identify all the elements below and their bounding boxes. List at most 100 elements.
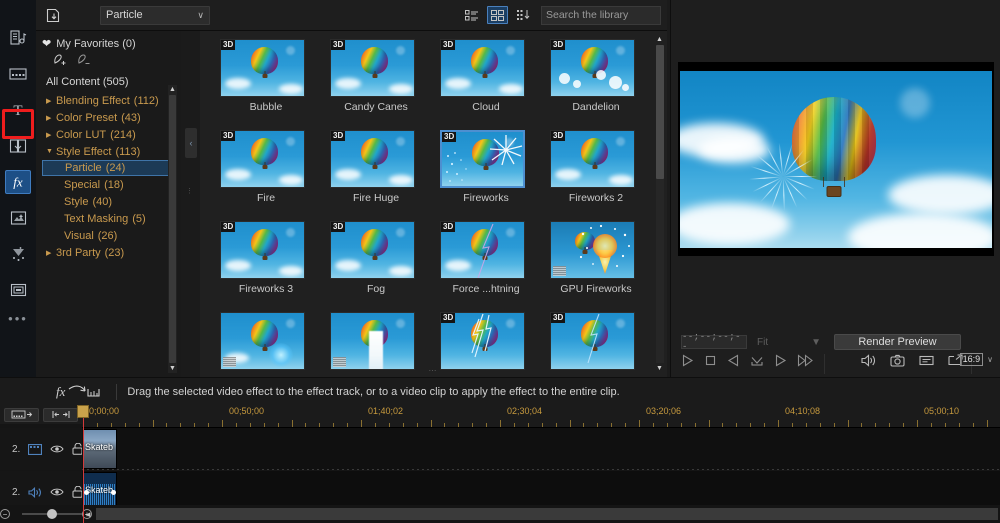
snapshot-icon[interactable] [890,354,905,370]
timeline-ruler[interactable]: 00;00;00 00;50;00 01;40;02 02;30;04 03;2… [82,405,1000,428]
tree-node-3rd-party[interactable]: ▶ 3rd Party (23) [42,244,181,261]
transition-icon[interactable] [5,134,31,158]
volume-icon[interactable] [861,354,876,370]
video-icon[interactable] [5,62,31,86]
tree-node-text-masking[interactable]: Text Masking (5) [42,210,181,227]
add-favorite-icon[interactable] [53,54,68,70]
effect-thumbnail[interactable]: 3D [440,130,525,188]
effect-thumbnail[interactable]: 3D [440,39,525,97]
thumbnail-view-button[interactable] [487,6,508,24]
effect-item[interactable]: 3D Force ...htning [431,217,541,308]
effect-thumbnail[interactable] [220,312,305,370]
effect-item[interactable]: 3D Fire Huge [321,126,431,217]
effect-thumbnail[interactable] [330,312,415,370]
aspect-ratio-select[interactable]: 16:9 ∨ [960,353,993,366]
effect-item[interactable]: 3D [541,308,651,377]
all-content-item[interactable]: All Content (505) [42,73,181,92]
render-preview-button[interactable]: Render Preview [834,334,961,350]
effect-item[interactable]: 3D Fireworks 3 [211,217,321,308]
effect-item[interactable] [211,308,321,377]
effect-thumbnail[interactable]: 3D [330,39,415,97]
stop-button[interactable] [704,354,717,370]
scroll-left-arrow-icon[interactable]: ◄ [84,510,92,519]
effect-thumbnail[interactable]: 3D [550,39,635,97]
effect-item[interactable]: 3D Fog [321,217,431,308]
scroll-up-arrow-icon[interactable]: ▲ [656,35,663,44]
effect-thumbnail[interactable]: 3D [440,221,525,279]
audio-track-icon[interactable] [28,487,42,498]
effect-thumbnail[interactable] [550,221,635,279]
track-header-video[interactable]: 2. [0,428,82,470]
tree-node-style-effect[interactable]: ▼ Style Effect (113) [42,143,181,160]
effect-thumbnail[interactable]: 3D [550,312,635,370]
clip-handle-left[interactable] [84,490,89,495]
grid-resize-handle[interactable]: ⋯ [429,366,439,375]
clip-handle-right[interactable] [111,490,116,495]
search-box[interactable] [541,6,661,25]
my-favorites-row[interactable]: ❤ My Favorites (0) [42,37,181,50]
particle-icon[interactable] [5,242,31,266]
effect-thumbnail[interactable]: 3D [220,130,305,188]
tree-node-blending-effect[interactable]: ▶ Blending Effect (112) [42,92,181,109]
video-track-icon[interactable] [28,444,42,455]
play-button[interactable] [681,354,694,370]
effect-item[interactable]: 3D Fire [211,126,321,217]
previous-frame-button[interactable] [727,354,740,370]
effect-thumbnail[interactable]: 3D [220,221,305,279]
effect-item-selected[interactable]: 3D Fireworks [431,126,541,217]
preview-stage[interactable] [678,62,994,256]
scrollbar-thumb[interactable] [656,45,664,179]
tree-node-style[interactable]: Style (40) [42,193,181,210]
collapse-panel-button[interactable]: ‹ [185,128,197,158]
scroll-down-arrow-icon[interactable]: ▼ [169,364,176,373]
effect-item[interactable] [321,308,431,377]
playhead[interactable] [83,405,84,523]
scroll-up-arrow-icon[interactable]: ▲ [169,85,176,94]
effect-item[interactable]: 3D Fireworks 2 [541,126,651,217]
visibility-icon[interactable] [50,487,64,497]
effect-thumbnail[interactable]: 3D [330,130,415,188]
effect-item[interactable]: 3D Dandelion [541,35,651,126]
grid-scrollbar[interactable]: ▲ ▼ [655,35,664,373]
effect-thumbnail[interactable]: 3D [220,39,305,97]
sort-button[interactable] [513,6,533,24]
tree-node-color-lut[interactable]: ▶ Color LUT (214) [42,126,181,143]
video-clip[interactable]: Skateb [83,429,117,469]
insert-track-button[interactable] [4,408,39,422]
scrollbar-thumb[interactable] [169,95,176,363]
media-room-icon[interactable] [5,26,31,50]
tree-scrollbar[interactable]: ▲ ▼ [168,85,177,373]
remove-favorite-icon[interactable] [77,54,92,70]
playhead-grip[interactable] [77,405,89,418]
library-category-select[interactable]: Particle ∨ [100,6,210,25]
effect-item[interactable]: 3D [431,308,541,377]
import-media-icon[interactable] [42,5,66,25]
subtitle-icon[interactable] [5,278,31,302]
display-options-icon[interactable] [919,354,934,370]
scrollbar-track[interactable] [656,45,664,363]
zoom-slider-knob[interactable] [47,509,57,519]
overlay-icon[interactable] [5,206,31,230]
timeline-horizontal-scrollbar[interactable] [96,508,998,520]
timeline-track-video[interactable]: Skateb [82,428,1000,470]
effect-thumbnail[interactable]: 3D [440,312,525,370]
scroll-down-arrow-icon[interactable]: ▼ [656,364,663,373]
effects-icon[interactable]: fx [5,170,31,194]
zoom-fit-select[interactable]: Fit ▼ [753,335,825,349]
fast-forward-button[interactable] [797,354,814,370]
list-view-button[interactable] [461,6,482,24]
effect-item[interactable]: GPU Fireworks [541,217,651,308]
effect-thumbnail[interactable]: 3D [330,221,415,279]
tree-node-color-preset[interactable]: ▶ Color Preset (43) [42,109,181,126]
effect-item[interactable]: 3D Bubble [211,35,321,126]
zoom-out-button[interactable]: − [0,509,10,519]
timecode-display[interactable]: --;--;--;-- [681,335,747,349]
mark-in-out-button[interactable] [750,354,764,370]
visibility-icon[interactable] [50,444,64,454]
title-icon[interactable]: T [5,98,31,122]
track-manager-button[interactable] [43,408,78,422]
search-input[interactable] [546,9,681,21]
more-icon[interactable]: ••• [8,314,28,324]
panel-resize-handle[interactable]: ⋮ [186,190,190,212]
next-frame-button[interactable] [774,354,787,370]
